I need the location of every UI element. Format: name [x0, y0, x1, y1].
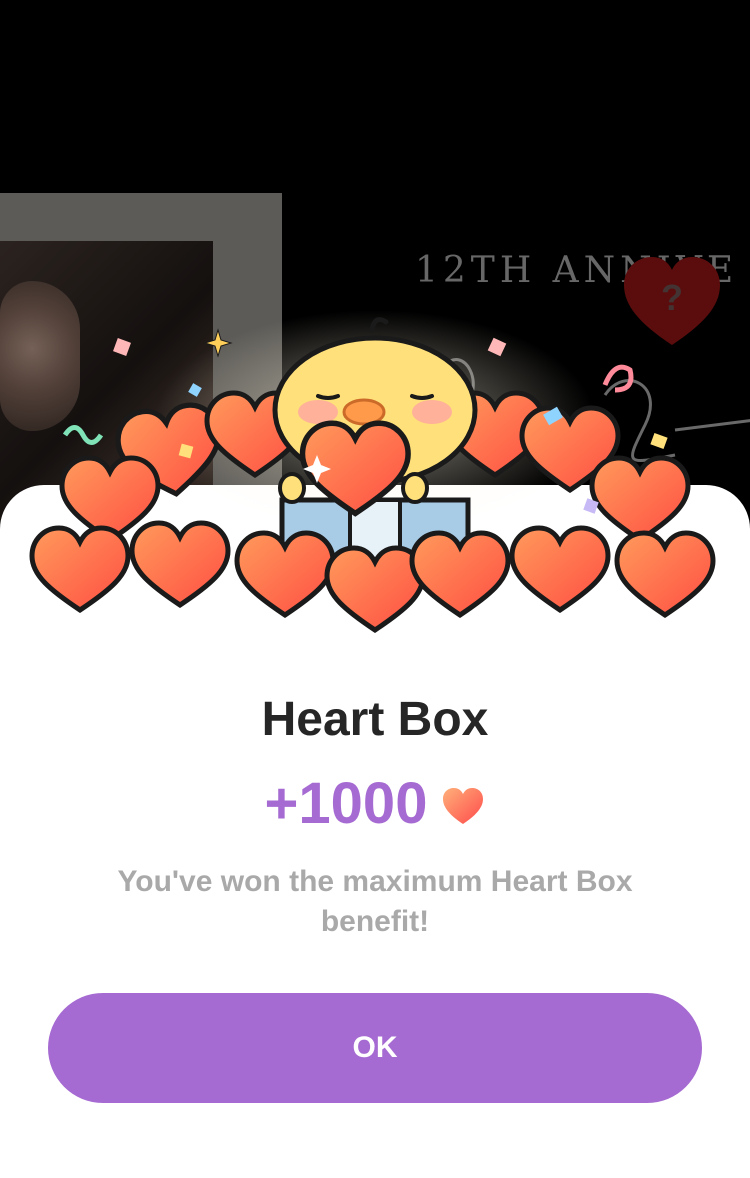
dialog-message: You've won the maximum Heart Box benefit… [117, 865, 633, 938]
reward-amount: +1000 [264, 771, 428, 836]
dialog-title: Heart Box [261, 693, 489, 746]
reward-row: +1000 [0, 770, 750, 837]
heart-icon [443, 787, 484, 824]
heart-box-illustration [0, 310, 750, 660]
ok-button[interactable]: OK [48, 993, 702, 1103]
